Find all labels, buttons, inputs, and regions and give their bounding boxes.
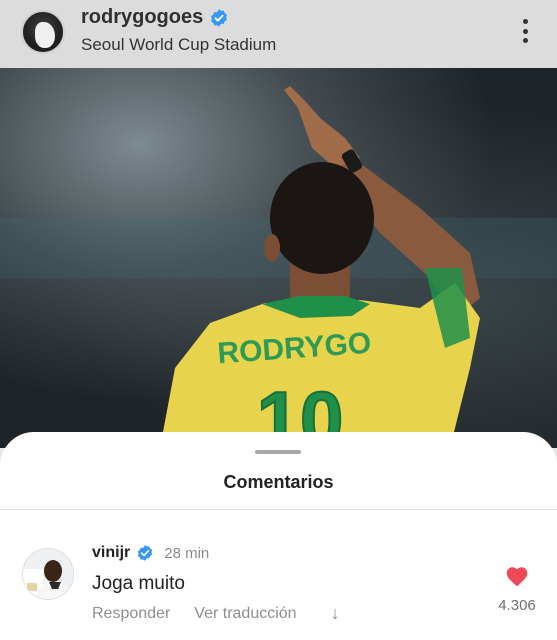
commenter-avatar[interactable] — [22, 548, 74, 600]
commenter-avatar-image — [23, 549, 73, 599]
author-avatar[interactable] — [21, 10, 65, 54]
player-illustration: RODRYGO 10 — [0, 86, 557, 448]
comments-title: Comentarios — [223, 472, 334, 492]
commenter-username[interactable]: vinijr — [92, 544, 130, 562]
author-row: rodrygogoes — [81, 6, 229, 29]
comment-text: Joga muito — [92, 573, 185, 594]
more-dot-icon — [522, 38, 528, 43]
more-dot-icon — [522, 19, 528, 24]
comment-actions: Responder Ver traducción ↓ — [92, 603, 340, 624]
avatar-silhouette — [35, 22, 55, 48]
post-photo[interactable]: RODRYGO 10 — [0, 68, 557, 448]
more-options-button[interactable] — [515, 16, 535, 46]
arrow-down-icon[interactable]: ↓ — [331, 603, 340, 624]
comment-header: vinijr 28 min — [92, 544, 209, 562]
post-location[interactable]: Seoul World Cup Stadium — [81, 35, 276, 55]
divider — [0, 509, 557, 510]
heart-filled-icon[interactable] — [505, 565, 529, 587]
like-count: 4.306 — [498, 597, 536, 614]
comments-sheet: Comentarios vinijr 28 min Joga muito Res… — [0, 432, 557, 640]
verified-badge-icon — [138, 545, 153, 561]
reply-button[interactable]: Responder — [92, 605, 170, 623]
head-hair — [270, 162, 374, 274]
more-dot-icon — [522, 28, 528, 34]
verified-badge-icon — [211, 8, 228, 27]
comment-timestamp: 28 min — [164, 544, 210, 562]
drag-handle[interactable] — [255, 450, 301, 454]
author-username[interactable]: rodrygogoes — [81, 6, 203, 29]
post-header: rodrygogoes Seoul World Cup Stadium — [0, 0, 557, 68]
ear — [264, 234, 280, 262]
see-translation-button[interactable]: Ver traducción — [194, 605, 296, 623]
